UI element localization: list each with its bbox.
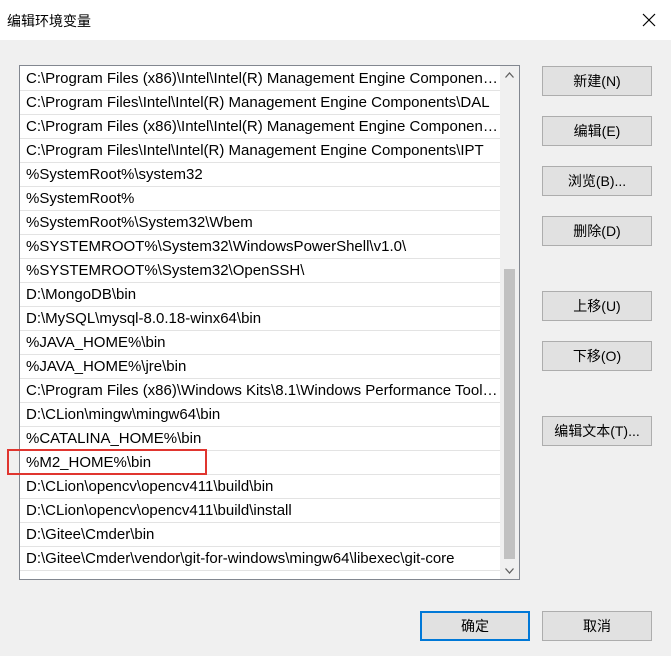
edit-button[interactable]: 编辑(E): [542, 116, 652, 146]
path-list-item[interactable]: D:\MongoDB\bin: [20, 283, 501, 307]
path-list-item[interactable]: %M2_HOME%\bin: [20, 451, 501, 475]
path-list-item[interactable]: %SystemRoot%: [20, 187, 501, 211]
path-list-item[interactable]: D:\Gitee\Cmder\bin: [20, 523, 501, 547]
new-button[interactable]: 新建(N): [542, 66, 652, 96]
cancel-button[interactable]: 取消: [542, 611, 652, 641]
path-list-item[interactable]: C:\Program Files (x86)\Intel\Intel(R) Ma…: [20, 115, 501, 139]
path-list-item[interactable]: D:\MySQL\mysql-8.0.18-winx64\bin: [20, 307, 501, 331]
ok-button[interactable]: 确定: [420, 611, 530, 641]
path-list-item[interactable]: C:\Program Files\Intel\Intel(R) Manageme…: [20, 139, 501, 163]
path-list[interactable]: C:\Program Files (x86)\Intel\Intel(R) Ma…: [19, 65, 520, 580]
path-list-item[interactable]: D:\Gitee\Cmder\vendor\git-for-windows\mi…: [20, 547, 501, 571]
move-up-button[interactable]: 上移(U): [542, 291, 652, 321]
edit-text-button[interactable]: 编辑文本(T)...: [542, 416, 652, 446]
vertical-scrollbar[interactable]: [500, 66, 519, 579]
window-title: 编辑环境变量: [7, 13, 91, 29]
path-list-item[interactable]: %SYSTEMROOT%\System32\WindowsPowerShell\…: [20, 235, 501, 259]
path-list-item[interactable]: %JAVA_HOME%\bin: [20, 331, 501, 355]
chevron-down-icon: [505, 567, 514, 574]
scroll-down-button[interactable]: [500, 562, 519, 579]
path-list-rows: C:\Program Files (x86)\Intel\Intel(R) Ma…: [20, 67, 501, 571]
path-list-item[interactable]: C:\Program Files (x86)\Windows Kits\8.1\…: [20, 379, 501, 403]
move-down-button[interactable]: 下移(O): [542, 341, 652, 371]
path-list-item[interactable]: C:\Program Files\Intel\Intel(R) Manageme…: [20, 91, 501, 115]
path-list-item[interactable]: D:\CLion\opencv\opencv411\build\bin: [20, 475, 501, 499]
path-list-item[interactable]: D:\CLion\mingw\mingw64\bin: [20, 403, 501, 427]
delete-button[interactable]: 删除(D): [542, 216, 652, 246]
path-list-item[interactable]: %JAVA_HOME%\jre\bin: [20, 355, 501, 379]
path-list-item[interactable]: C:\Program Files (x86)\Intel\Intel(R) Ma…: [20, 67, 501, 91]
scroll-up-button[interactable]: [500, 66, 519, 83]
close-icon: [642, 13, 656, 27]
path-list-item[interactable]: %SYSTEMROOT%\System32\OpenSSH\: [20, 259, 501, 283]
chevron-up-icon: [505, 71, 514, 78]
path-list-item[interactable]: %CATALINA_HOME%\bin: [20, 427, 501, 451]
path-list-item[interactable]: %SystemRoot%\System32\Wbem: [20, 211, 501, 235]
scroll-thumb[interactable]: [504, 269, 515, 559]
close-button[interactable]: [636, 8, 662, 32]
path-list-item[interactable]: D:\CLion\opencv\opencv411\build\install: [20, 499, 501, 523]
title-bar: 编辑环境变量: [0, 0, 671, 40]
path-list-item[interactable]: %SystemRoot%\system32: [20, 163, 501, 187]
browse-button[interactable]: 浏览(B)...: [542, 166, 652, 196]
